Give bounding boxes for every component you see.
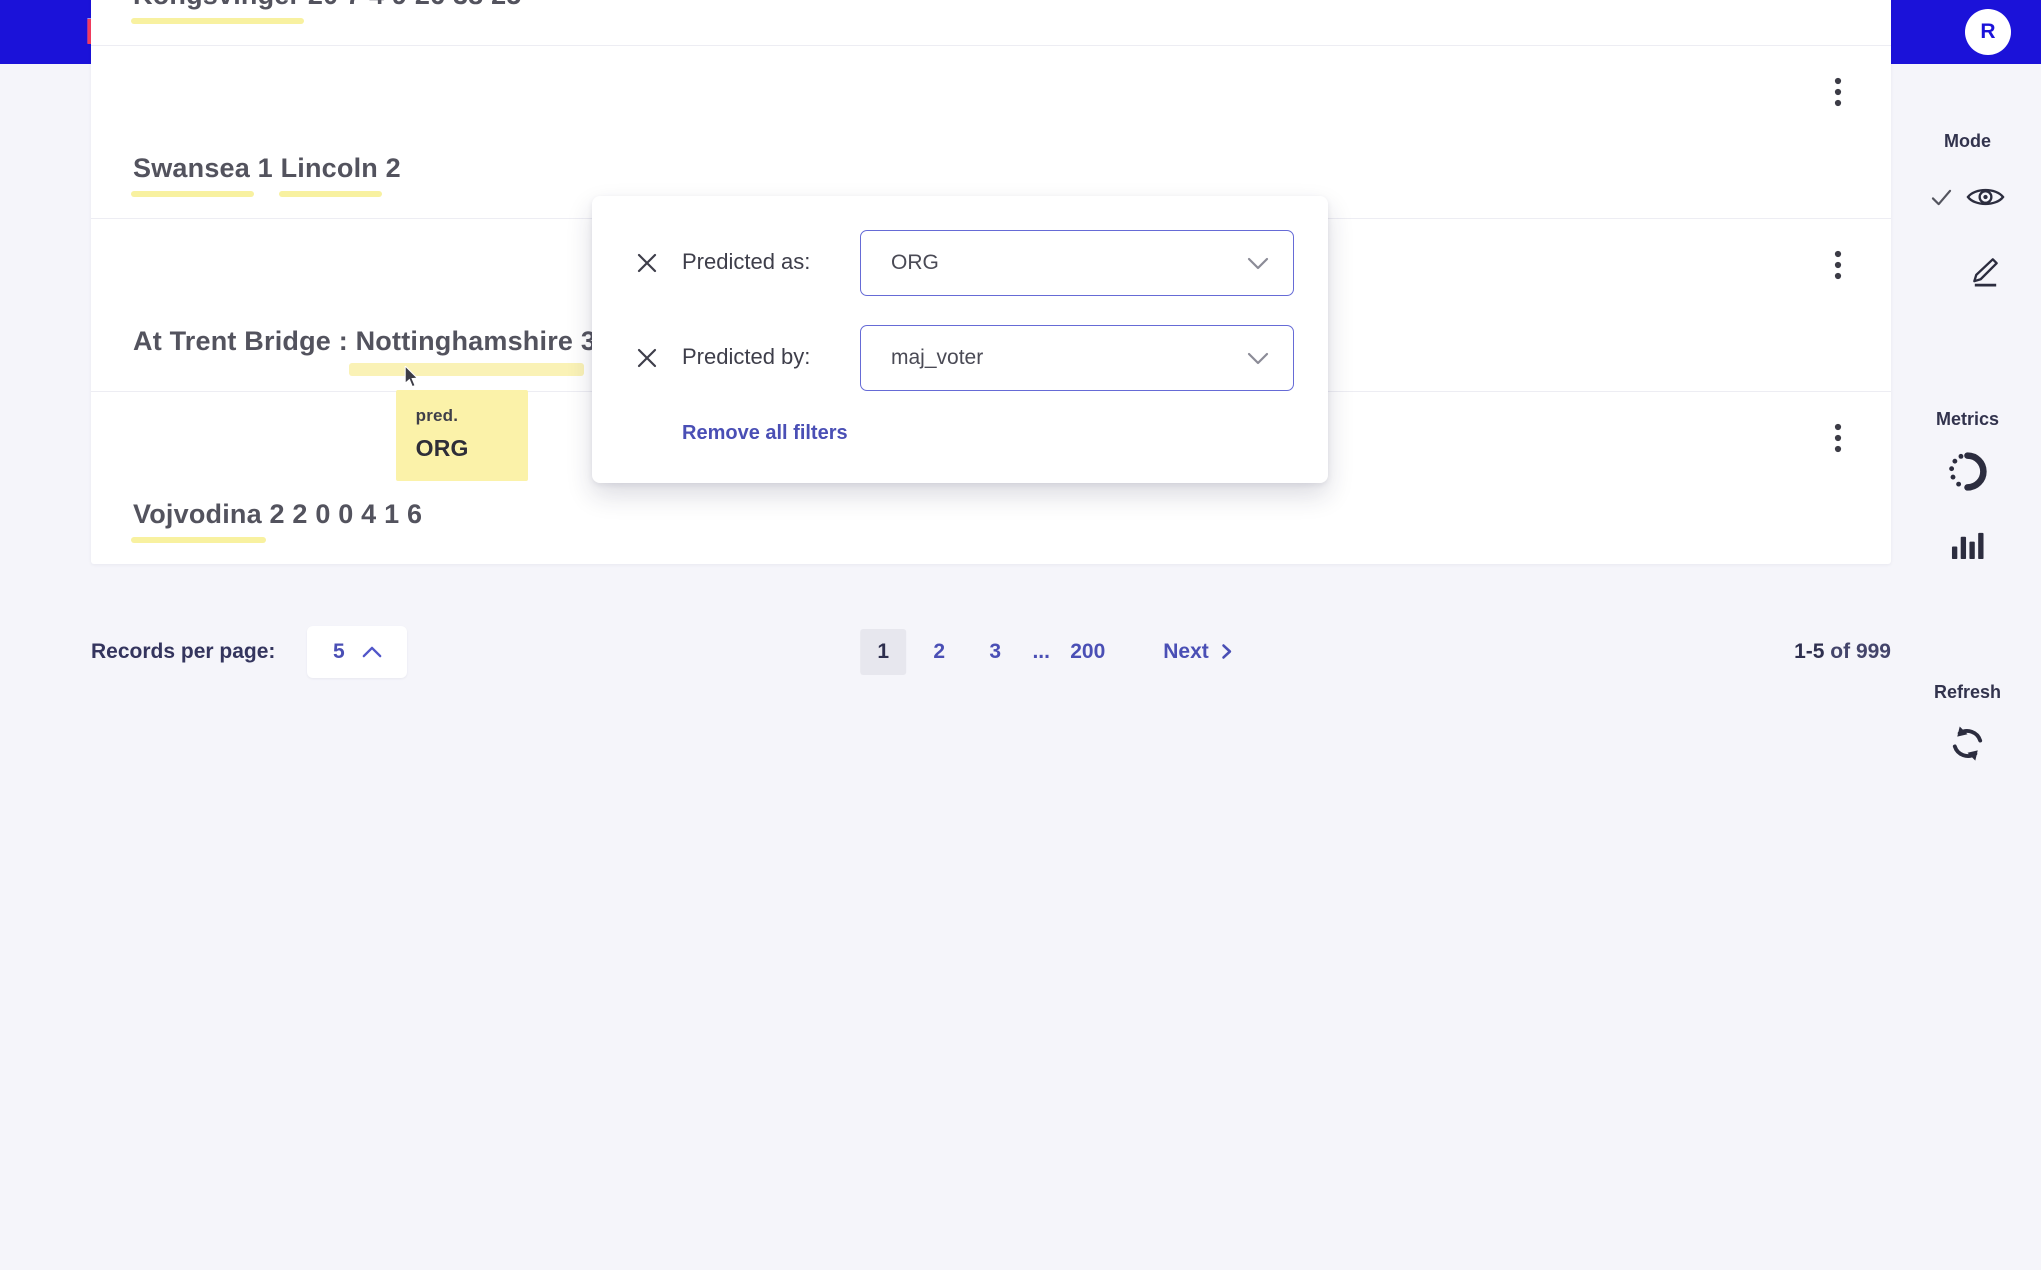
selected-check-icon xyxy=(1930,188,1953,207)
remove-predicted-by-filter-icon[interactable] xyxy=(636,347,658,369)
record-menu-kebab-icon[interactable] xyxy=(1830,418,1846,458)
progress-donut-icon[interactable] xyxy=(1946,450,1989,493)
page-button-1[interactable]: 1 xyxy=(860,629,906,675)
record-text-segment: 20 7 4 9 26 38 25 xyxy=(300,0,521,10)
annotate-mode-pencil-icon[interactable] xyxy=(1968,253,2003,288)
predicted-by-label: Predicted by: xyxy=(682,344,810,370)
entity-span[interactable]: Lincoln xyxy=(281,153,378,184)
prediction-tooltip: pred. ORG xyxy=(396,390,528,481)
entity-span[interactable]: Vojvodina xyxy=(133,499,262,530)
filter-row-predicted-as: Predicted as: ORG xyxy=(592,230,1328,296)
page-size-value: 5 xyxy=(333,640,345,664)
next-label: Next xyxy=(1163,640,1209,664)
record-text: Swansea 1 Lincoln 2 xyxy=(133,153,401,184)
pagination-footer: Records per page: 5 123... 200 Next 1-5 o… xyxy=(91,616,1891,688)
predicted-by-value: maj_voter xyxy=(891,346,983,370)
record-text-segment: At Trent Bridge : xyxy=(133,326,356,356)
record-row: Kongsvinger 20 7 4 9 26 38 25 xyxy=(91,0,1891,45)
record-text: Kongsvinger 20 7 4 9 26 38 25 xyxy=(133,0,522,11)
mode-label: Mode xyxy=(1900,131,2035,152)
stats-bar-chart-icon[interactable] xyxy=(1950,528,1985,561)
chevron-up-icon xyxy=(362,646,382,658)
page-button-200[interactable]: 200 xyxy=(1064,629,1111,675)
chevron-down-icon xyxy=(1247,352,1269,365)
refresh-label: Refresh xyxy=(1900,682,2035,703)
predictions-filter-panel: Predicted as: ORG Predicted by: maj_vote… xyxy=(592,196,1328,483)
pagination: 123... 200 Next xyxy=(860,629,1232,675)
records-range: 1-5 of 999 xyxy=(1794,640,1891,664)
page-button-3[interactable]: 3 xyxy=(972,629,1018,675)
chevron-down-icon xyxy=(1247,257,1269,270)
entity-span[interactable]: Nottinghamshire pred.ORG xyxy=(356,326,574,357)
mouse-cursor xyxy=(404,366,419,388)
filter-row-predicted-by: Predicted by: maj_voter xyxy=(592,325,1328,391)
record-menu-kebab-icon[interactable] xyxy=(1830,72,1846,112)
explore-mode-eye-icon[interactable] xyxy=(1966,184,2005,210)
entity-span[interactable]: Kongsvinger xyxy=(133,0,300,11)
remove-all-filters-link[interactable]: Remove all filters xyxy=(682,422,848,445)
entity-span[interactable]: Swansea xyxy=(133,153,250,184)
record-text-segment: 1 xyxy=(250,153,281,183)
predicted-as-value: ORG xyxy=(891,251,939,275)
page-ellipsis: ... xyxy=(1028,629,1054,675)
record-text-segment: 2 2 0 0 4 1 6 xyxy=(262,499,422,529)
refresh-icon[interactable] xyxy=(1948,724,1987,763)
records-per-page: Records per page: 5 xyxy=(91,626,407,678)
predicted-as-select[interactable]: ORG xyxy=(860,230,1294,296)
tooltip-entity-label: ORG xyxy=(416,435,508,462)
remove-predicted-as-filter-icon[interactable] xyxy=(636,252,658,274)
tooltip-pred-prefix: pred. xyxy=(416,406,508,426)
metrics-label: Metrics xyxy=(1900,409,2035,430)
record-text: Vojvodina 2 2 0 0 4 1 6 xyxy=(133,499,422,530)
chevron-right-icon xyxy=(1221,643,1232,660)
page-size-selector[interactable]: 5 xyxy=(307,626,407,678)
predicted-as-label: Predicted as: xyxy=(682,249,810,275)
predicted-by-select[interactable]: maj_voter xyxy=(860,325,1294,391)
user-avatar[interactable]: R xyxy=(1965,9,2011,55)
records-per-page-label: Records per page: xyxy=(91,640,275,664)
record-text-segment: 2 xyxy=(378,153,401,183)
record-row: Swansea 1 Lincoln 2 xyxy=(91,45,1891,218)
next-page-button[interactable]: Next xyxy=(1163,640,1232,664)
range-current: 1-5 xyxy=(1794,640,1824,663)
page-button-2[interactable]: 2 xyxy=(916,629,962,675)
range-total: of 999 xyxy=(1830,640,1891,663)
record-menu-kebab-icon[interactable] xyxy=(1830,245,1846,285)
